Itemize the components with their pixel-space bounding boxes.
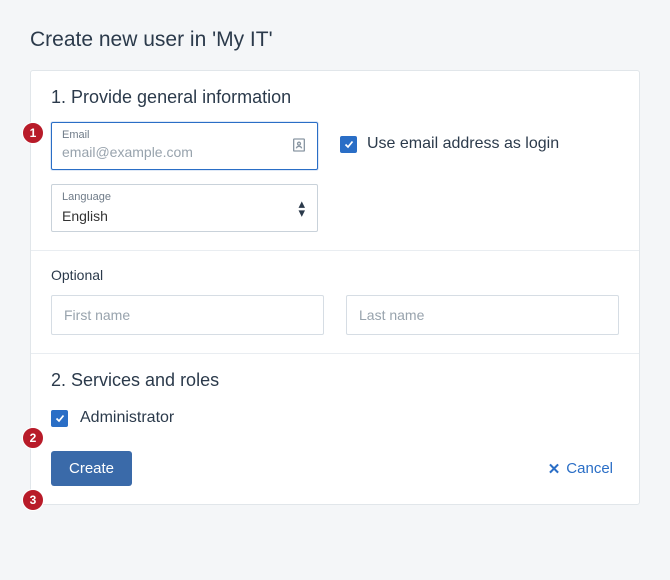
- chevron-updown-icon: ▴▾: [298, 199, 305, 217]
- create-button[interactable]: Create: [51, 451, 132, 486]
- administrator-checkbox[interactable]: [51, 410, 68, 427]
- form-footer: Create ✕ Cancel: [31, 437, 639, 504]
- section-optional: Optional: [31, 250, 639, 353]
- language-label: Language: [62, 191, 307, 204]
- step-marker-2: 2: [22, 427, 44, 449]
- use-email-checkbox[interactable]: [340, 136, 357, 153]
- form-card: 1 2 3 1. Provide general information Ema…: [30, 70, 640, 505]
- last-name-input[interactable]: [346, 295, 619, 335]
- optional-label: Optional: [51, 267, 619, 283]
- use-email-label: Use email address as login: [367, 135, 559, 153]
- language-value: English: [62, 204, 307, 228]
- section-roles-heading: 2. Services and roles: [51, 370, 619, 391]
- email-label: Email: [62, 129, 307, 142]
- section-general-heading: 1. Provide general information: [51, 87, 619, 108]
- step-marker-1: 1: [22, 122, 44, 144]
- section-roles: 2. Services and roles Administrator: [31, 353, 639, 437]
- use-email-checkbox-row[interactable]: Use email address as login: [340, 122, 559, 153]
- email-input[interactable]: [62, 142, 307, 164]
- close-icon: ✕: [548, 460, 561, 478]
- cancel-button[interactable]: ✕ Cancel: [542, 459, 619, 479]
- contact-card-icon: [291, 137, 309, 155]
- cancel-label: Cancel: [566, 460, 613, 477]
- page-title: Create new user in 'My IT': [30, 28, 640, 52]
- administrator-label: Administrator: [80, 409, 174, 427]
- email-field[interactable]: Email: [51, 122, 318, 170]
- step-marker-3: 3: [22, 489, 44, 511]
- administrator-checkbox-row[interactable]: Administrator: [51, 409, 619, 427]
- language-field[interactable]: Language English ▴▾: [51, 184, 318, 232]
- first-name-input[interactable]: [51, 295, 324, 335]
- section-general: 1. Provide general information Email: [31, 71, 639, 250]
